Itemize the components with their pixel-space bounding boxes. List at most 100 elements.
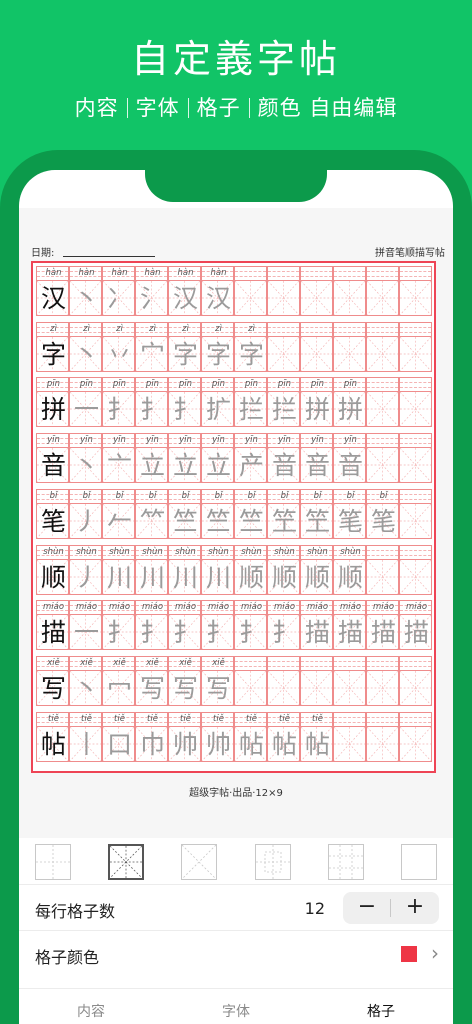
pinyin-text: miáo	[306, 602, 329, 613]
pinyin-cell: shùn	[267, 544, 300, 559]
grid-type-hui-button[interactable]	[254, 844, 291, 880]
pinyin-text: pīn	[211, 379, 226, 390]
pinyin-cell	[234, 266, 267, 280]
pinyin-text: yīn	[278, 435, 291, 446]
pinyin-cell: shùn	[69, 544, 102, 559]
character-cell: 汉	[168, 280, 201, 316]
character-cell: 丿	[69, 558, 102, 595]
pinyin-text: shùn	[274, 546, 295, 557]
pinyin-text: hàn	[45, 268, 62, 278]
character-cell	[234, 669, 267, 706]
stroke-trace-character: 拦	[271, 395, 297, 425]
character-cell: 扌	[135, 391, 168, 428]
character-cell: 扌	[168, 614, 201, 651]
pinyin-text: miáo	[240, 602, 263, 613]
character-cell: 顺	[300, 558, 333, 595]
pinyin-text: bǐ	[115, 490, 124, 501]
promo-separator	[248, 98, 250, 118]
pinyin-text: miáo	[75, 602, 98, 613]
pinyin-text: miáo	[372, 602, 395, 613]
pinyin-text: tiě	[48, 713, 59, 724]
pinyin-cell	[399, 433, 432, 448]
pinyin-text: shùn	[43, 546, 64, 557]
stroke-trace-character: 𥫗	[139, 506, 165, 536]
grid-type-blank-button[interactable]	[401, 844, 437, 880]
character-cell: 川	[168, 558, 201, 595]
pinyin-text: zì	[149, 323, 156, 334]
pinyin-text: xiě	[80, 657, 93, 668]
pinyin-cell	[300, 266, 333, 280]
character-cell: 川	[135, 558, 168, 595]
grid-blank-icon	[402, 845, 436, 879]
character-cell	[267, 669, 300, 706]
character-cell: 丶	[69, 335, 102, 372]
character-cell: 川	[201, 558, 234, 595]
pinyin-cell: bǐ	[168, 488, 201, 503]
pinyin-text: shùn	[175, 546, 196, 557]
stroke-trace-character: 帅	[172, 729, 198, 759]
stroke-trace-character: 顺	[337, 562, 363, 592]
character-cell: 冖	[102, 669, 135, 706]
pinyin-cell: hàn	[102, 266, 135, 280]
stroke-trace-character: 丿	[73, 506, 99, 536]
pinyin-text: shùn	[307, 546, 328, 557]
stroke-trace-character: 笁	[304, 506, 330, 536]
pinyin-cell: pīn	[234, 377, 267, 392]
stroke-trace-character: 描	[304, 618, 330, 648]
stroke-trace-character: 笁	[271, 506, 297, 536]
grid-color-setting[interactable]: 格子颜色 ›	[19, 930, 453, 976]
stroke-trace-character: 帖	[271, 729, 297, 759]
character-cell: 音	[36, 447, 69, 484]
pinyin-cell: yīn	[36, 433, 69, 448]
model-character: 描	[40, 618, 66, 648]
pinyin-cell: miáo	[399, 600, 432, 615]
stroke-trace-character: 帖	[238, 729, 264, 759]
character-cell: 竺	[234, 502, 267, 539]
pinyin-cell	[399, 544, 432, 559]
stroke-trace-character: 丶	[73, 339, 99, 369]
stroke-trace-character: 立	[139, 451, 165, 481]
character-cell: 丶	[69, 280, 102, 316]
stroke-trace-character: 立	[205, 451, 231, 481]
per-row-stepper: − +	[343, 892, 439, 924]
pinyin-text: pīn	[178, 379, 193, 390]
pinyin-text: yīn	[113, 435, 126, 446]
increment-button[interactable]: +	[391, 892, 439, 924]
pinyin-text: pīn	[145, 379, 160, 390]
stroke-trace-character: 一	[73, 395, 99, 425]
stroke-trace-character: 音	[271, 451, 297, 481]
promo-item-grid: 格子	[196, 96, 241, 120]
model-character: 顺	[40, 562, 66, 592]
character-cell: 丿	[69, 502, 102, 539]
pinyin-text: pīn	[46, 379, 61, 390]
pinyin-cell: bǐ	[333, 488, 366, 503]
sheet-footer: 超级字帖·出品·12×9	[189, 788, 283, 799]
pinyin-text: bǐ	[247, 490, 256, 501]
pinyin-text: tiě	[81, 713, 92, 724]
pinyin-cell: pīn	[267, 377, 300, 392]
grid-type-cross-button[interactable]	[181, 844, 218, 880]
pinyin-cell: miáo	[135, 600, 168, 615]
stroke-trace-character: 扌	[106, 618, 132, 648]
tab-grid[interactable]: 格子	[309, 1001, 453, 1021]
stroke-trace-character: 宀	[139, 339, 165, 369]
tab-font[interactable]: 字体	[164, 1001, 308, 1021]
character-cell: 丶	[69, 447, 102, 484]
tab-content[interactable]: 内容	[19, 1001, 163, 1021]
decrement-button[interactable]: −	[343, 892, 391, 924]
pinyin-cell: pīn	[333, 377, 366, 392]
grid-type-tian-button[interactable]	[35, 844, 71, 880]
pinyin-cell: zì	[102, 321, 135, 336]
per-row-setting: 每行格子数 12 − +	[19, 884, 453, 930]
grid-type-mi-button[interactable]	[108, 844, 145, 880]
pinyin-cell	[366, 433, 399, 448]
character-cell: 扌	[201, 614, 234, 651]
grid-type-jiu-button[interactable]	[327, 844, 364, 880]
character-cell: 丨	[69, 725, 102, 762]
character-cell	[333, 280, 366, 316]
stroke-trace-character: 描	[403, 618, 429, 648]
grid-color-swatch[interactable]	[401, 946, 417, 962]
pinyin-cell: tiě	[69, 711, 102, 726]
character-cell: 立	[135, 447, 168, 484]
pinyin-cell: miáo	[201, 600, 234, 615]
